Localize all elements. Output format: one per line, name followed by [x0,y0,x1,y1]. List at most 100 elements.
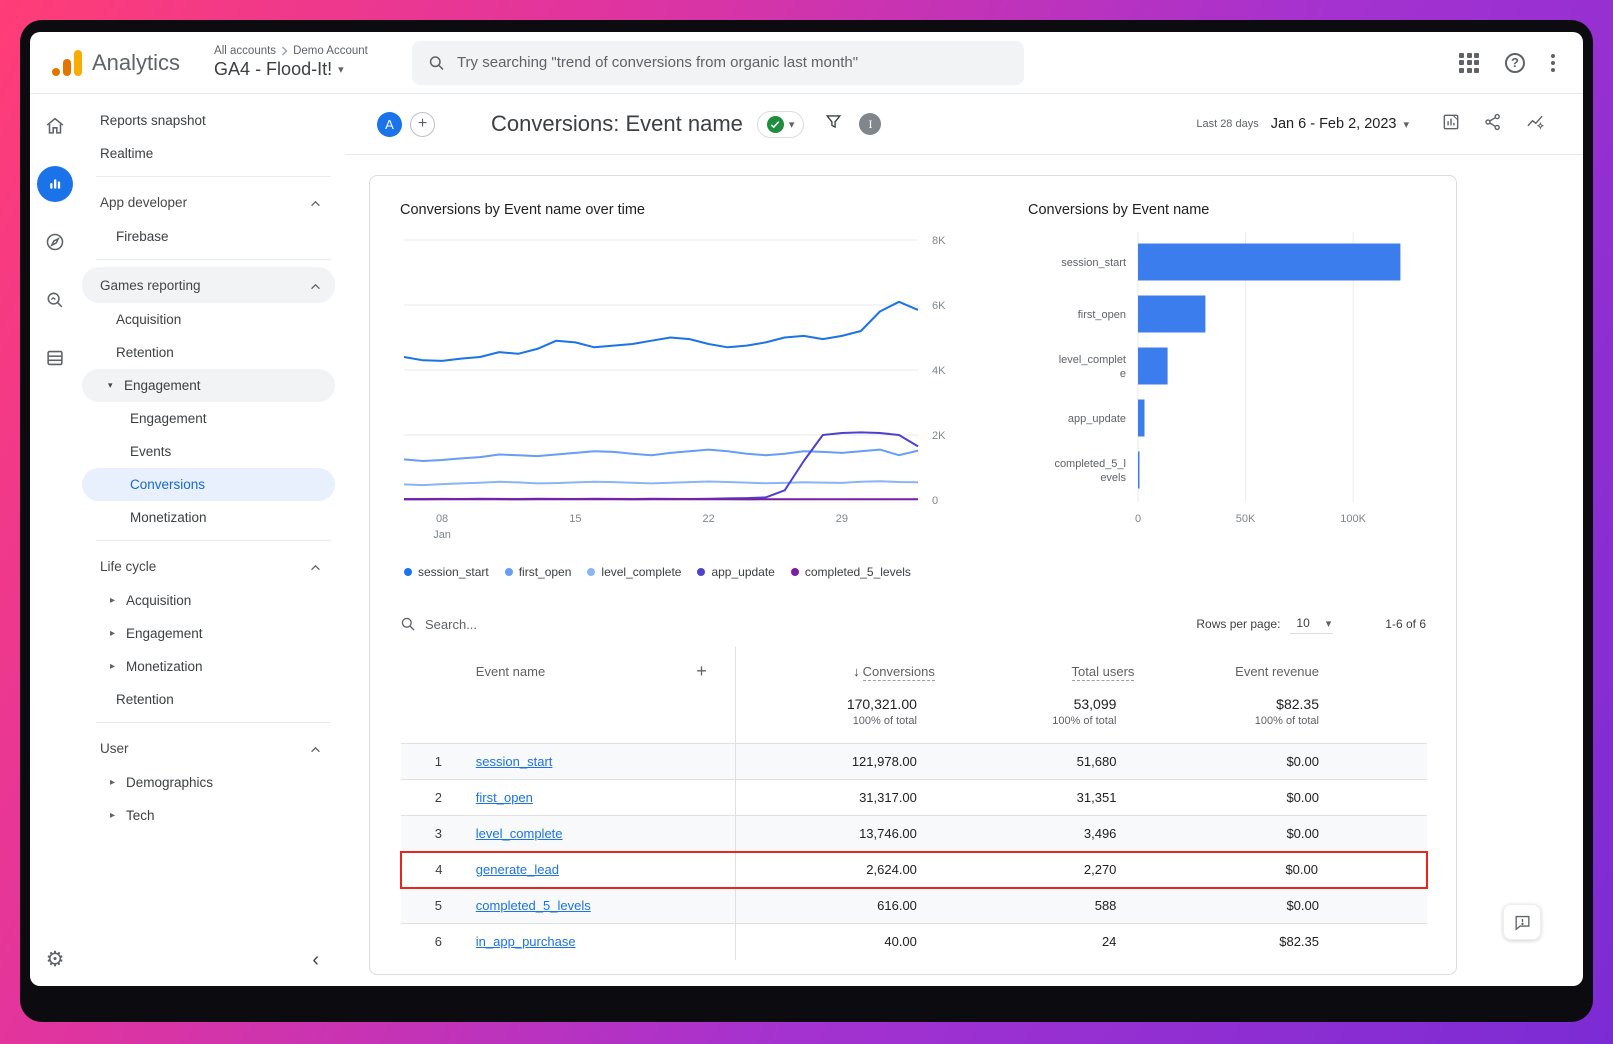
library-nav-icon[interactable] [37,340,73,376]
nav-section-app-developer[interactable]: App developer [82,184,335,220]
col-header-event-revenue[interactable]: Event revenue [1134,647,1427,692]
chevron-up-icon [310,195,321,210]
total-users-cell: 3,496 [935,816,1135,852]
table-search-input[interactable] [425,617,585,632]
nav-retention[interactable]: Retention [82,336,335,369]
caret-down-icon: ▾ [108,380,124,391]
main-content: A + Conversions: Event name ▾ I Last 28 … [345,94,1583,986]
custom-report-badge: I [859,113,881,135]
account-switcher[interactable]: All accounts Demo Account GA4 - Flood-It… [214,45,368,80]
nav-firebase[interactable]: Firebase [82,220,335,253]
nav-section-life-cycle[interactable]: Life cycle [82,548,335,584]
svg-text:4K: 4K [932,365,946,377]
more-options-icon[interactable] [1551,54,1555,72]
conversions-cell: 13,746.00 [735,816,935,852]
table-search[interactable] [400,616,585,632]
report-status-badge[interactable]: ▾ [757,111,805,138]
reports-nav-panel: Reports snapshot Realtime App developer … [80,94,345,986]
settings-gear-icon[interactable]: ⚙ [46,947,65,972]
row-number: 2 [401,780,476,816]
customize-report-icon[interactable] [1441,112,1461,137]
nav-engagement-overview[interactable]: Engagement [82,402,335,435]
nav-events[interactable]: Events [82,435,335,468]
chevron-up-icon [310,559,321,574]
line-chart-section: Conversions by Event name over time 8K6K… [400,202,988,579]
col-header-event-name[interactable]: Event name [476,664,545,679]
svg-text:e: e [1120,368,1126,380]
event-name-link[interactable]: level_complete [476,826,563,841]
nav-lc-engagement[interactable]: ▸Engagement [82,617,335,650]
nav-lc-retention[interactable]: Retention [82,683,335,716]
totals-row: 170,321.00100% of total 53,099100% of to… [401,692,1427,744]
collapse-nav-icon[interactable]: ‹ [312,949,345,986]
search-icon [400,616,416,632]
legend-item: completed_5_levels [791,565,911,579]
total-users-cell: 24 [935,924,1135,960]
date-range-label: Last 28 days [1196,118,1258,130]
breadcrumb: All accounts Demo Account [214,45,368,57]
svg-text:0: 0 [1135,513,1141,525]
totals-users: 53,099 [935,696,1117,712]
share-icon[interactable] [1483,112,1503,137]
nav-section-games-reporting[interactable]: Games reporting [82,267,335,303]
product-name: Analytics [92,50,180,76]
svg-text:6K: 6K [932,300,946,312]
filter-icon[interactable] [824,112,843,136]
nav-conversions[interactable]: Conversions [82,468,335,501]
add-dimension-icon[interactable]: + [696,661,707,682]
table-row: 3 level_complete 13,746.00 3,496 $0.00 [401,816,1427,852]
legend-dot-icon [404,568,412,576]
nav-reports-snapshot[interactable]: Reports snapshot [82,104,335,137]
arrow-right-icon: ▸ [110,628,126,639]
arrow-right-icon: ▸ [110,595,126,606]
pagination-status: 1-6 of 6 [1385,617,1426,631]
conversions-cell: 121,978.00 [735,744,935,780]
caret-down-icon: ▾ [338,63,344,76]
svg-text:100K: 100K [1340,513,1366,525]
event-name-link[interactable]: first_open [476,790,533,805]
advertising-nav-icon[interactable] [37,282,73,318]
help-icon[interactable]: ? [1505,53,1525,73]
feedback-button[interactable] [1503,904,1541,940]
svg-text:2K: 2K [932,430,946,442]
legend-item: level_complete [587,565,681,579]
event-revenue-cell: $0.00 [1134,744,1427,780]
nav-tech[interactable]: ▸Tech [82,799,335,832]
home-nav-icon[interactable] [37,108,73,144]
reports-nav-icon[interactable] [37,166,73,202]
event-name-link[interactable]: generate_lead [476,862,559,877]
svg-text:15: 15 [569,513,581,525]
col-header-conversions[interactable]: ↓Conversions [735,647,935,692]
add-comparison-button[interactable]: + [410,112,435,137]
search-icon [428,54,445,72]
nav-monetization[interactable]: Monetization [82,501,335,534]
nav-lc-acquisition[interactable]: ▸Acquisition [82,584,335,617]
event-name-link[interactable]: session_start [476,754,553,769]
col-header-total-users[interactable]: Total users [935,647,1135,692]
global-search[interactable] [412,41,1024,85]
table-row: 5 completed_5_levels 616.00 588 $0.00 [401,888,1427,924]
bar-chart-svg: 050K100Ksession_startfirst_openlevel_com… [1028,226,1438,541]
table-section: Rows per page: 10 ▾ 1-6 of 6 [400,607,1426,960]
search-input[interactable] [457,54,1008,71]
conversions-cell: 616.00 [735,888,935,924]
insights-icon[interactable] [1525,112,1545,137]
nav-demographics[interactable]: ▸Demographics [82,766,335,799]
nav-acquisition[interactable]: Acquisition [82,303,335,336]
row-number: 4 [401,852,476,888]
google-analytics-logo-icon [52,50,82,76]
date-range-picker[interactable]: Jan 6 - Feb 2, 2023 ▾ [1271,116,1409,132]
apps-grid-icon[interactable] [1459,53,1479,73]
nav-section-user[interactable]: User [82,730,335,766]
nav-realtime[interactable]: Realtime [82,137,335,170]
line-chart-title: Conversions by Event name over time [400,202,988,218]
event-name-link[interactable]: completed_5_levels [476,898,591,913]
nav-engagement-expanded[interactable]: ▾ Engagement [82,369,335,402]
event-name-link[interactable]: in_app_purchase [476,934,576,949]
rows-per-page-select[interactable]: 10 ▾ [1290,614,1333,634]
avatar[interactable]: A [377,112,402,137]
page-title: Conversions: Event name [491,111,743,137]
svg-text:first_open: first_open [1078,309,1126,321]
explore-nav-icon[interactable] [37,224,73,260]
nav-lc-monetization[interactable]: ▸Monetization [82,650,335,683]
